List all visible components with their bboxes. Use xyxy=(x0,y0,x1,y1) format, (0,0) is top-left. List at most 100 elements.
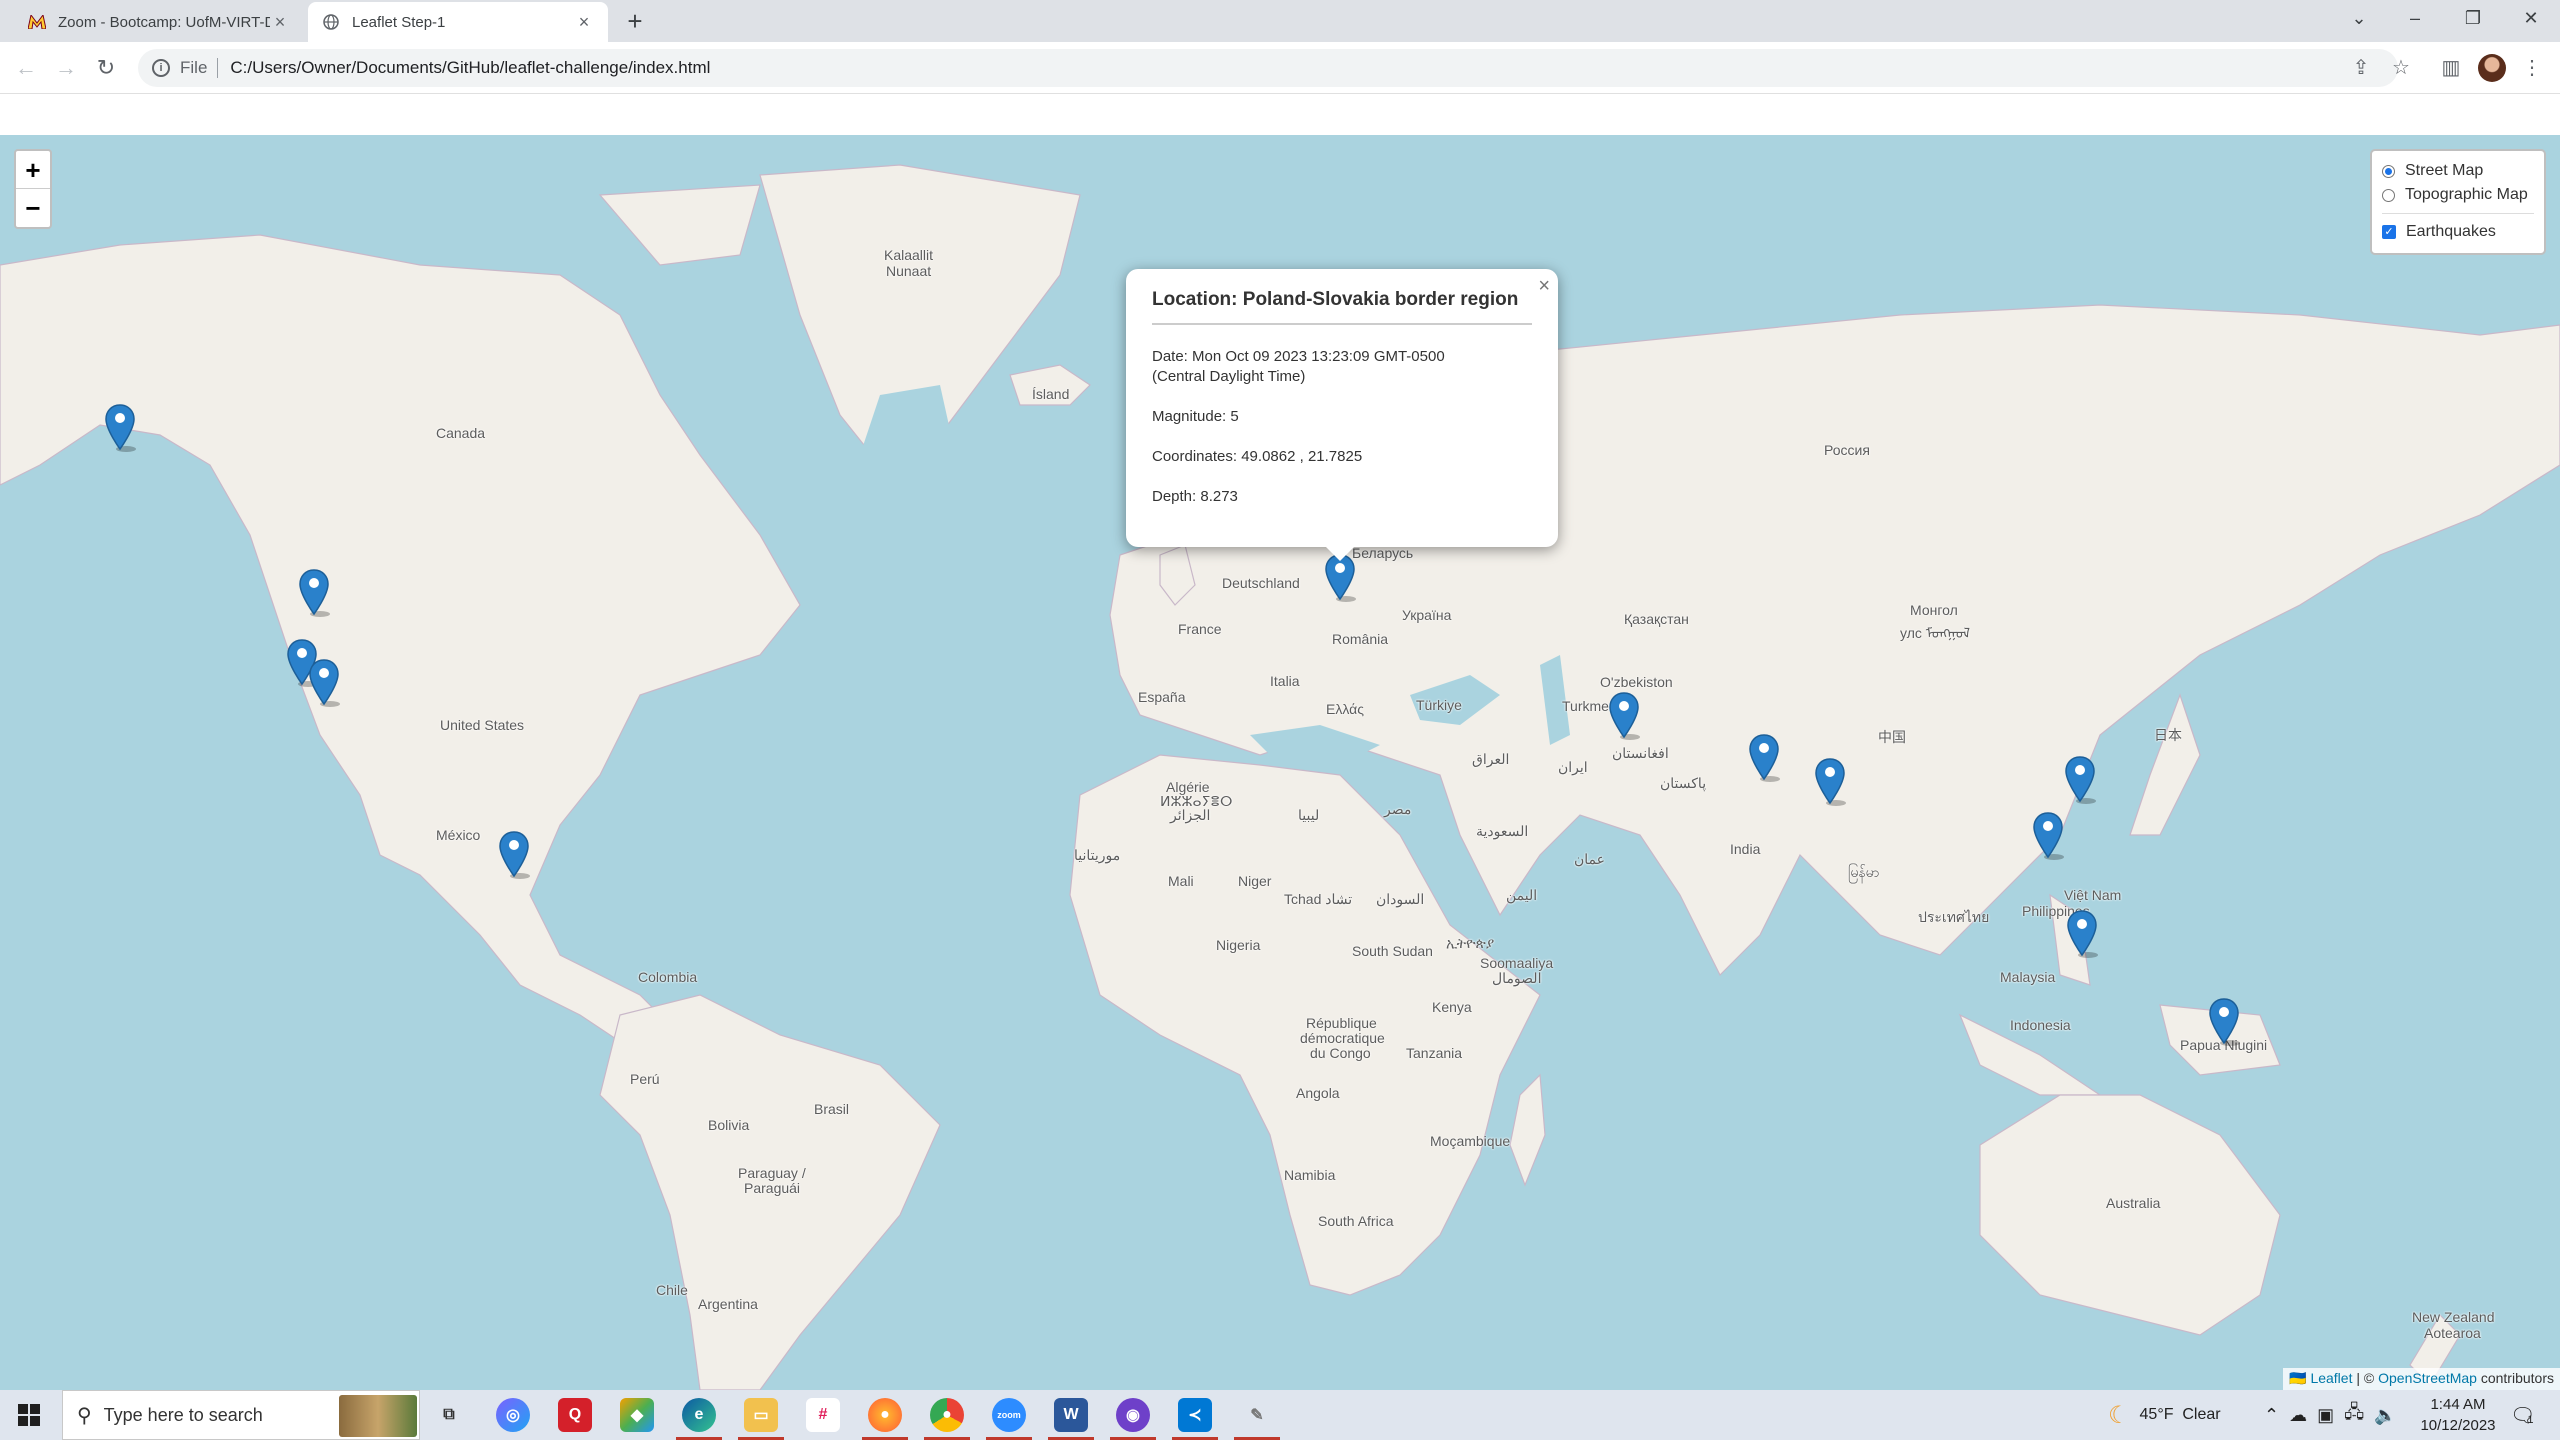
street-map-option[interactable]: Street Map xyxy=(2382,159,2534,183)
word-icon[interactable]: W xyxy=(1048,1398,1094,1440)
map-label: عمان xyxy=(1574,851,1605,867)
osm-link[interactable]: OpenStreetMap xyxy=(2378,1370,2477,1386)
chrome-icon[interactable]: ● xyxy=(924,1398,970,1440)
map-label: Brasil xyxy=(814,1101,850,1117)
menu-kebab-icon[interactable]: ⋮ xyxy=(2516,52,2548,84)
map-label: ایران xyxy=(1558,759,1588,775)
slack-icon[interactable]: # xyxy=(806,1398,840,1432)
leaflet-link[interactable]: Leaflet xyxy=(2310,1370,2352,1386)
topographic-map-radio[interactable] xyxy=(2382,188,2395,202)
network-icon[interactable]: 🖧 xyxy=(2344,1400,2364,1430)
edge-icon[interactable]: e xyxy=(676,1398,722,1440)
zoom-out-button[interactable]: − xyxy=(16,189,50,227)
map-label: مصر xyxy=(1384,801,1412,817)
vscode-icon[interactable]: ≺ xyxy=(1172,1398,1218,1440)
earthquake-marker-icon[interactable] xyxy=(1748,733,1780,783)
earthquake-marker-icon[interactable] xyxy=(104,403,136,453)
back-button[interactable]: ← xyxy=(10,52,42,84)
cloud-icon[interactable]: ☁ xyxy=(2289,1405,2307,1426)
street-map-radio[interactable] xyxy=(2382,164,2395,178)
map-label: México xyxy=(436,827,481,843)
profile-avatar[interactable] xyxy=(2478,54,2506,82)
map-label: New Zealand xyxy=(2412,1309,2495,1325)
map-label: Australia xyxy=(2106,1195,2161,1211)
weather-widget[interactable]: ☾ 45°F Clear xyxy=(2108,1390,2221,1440)
tab-zoom[interactable]: Zoom - Bootcamp: UofM-VIRT-D × xyxy=(14,2,304,42)
earthquakes-overlay-option[interactable]: ✓ Earthquakes xyxy=(2382,220,2534,244)
taskbar-search-box[interactable]: ⚲ Type here to search xyxy=(62,1390,420,1440)
map-label: موريتانيا xyxy=(1074,847,1121,863)
notification-center-icon[interactable]: 🗨 1 xyxy=(2510,1390,2535,1440)
map-label: Ελλάς xyxy=(1326,701,1364,717)
earthquake-marker-icon[interactable] xyxy=(2066,909,2098,959)
topographic-map-label: Topographic Map xyxy=(2405,186,2528,203)
map-label: démocratique xyxy=(1300,1030,1385,1046)
firefox-icon[interactable]: ● xyxy=(862,1398,908,1440)
close-tab-icon[interactable]: × xyxy=(270,12,290,32)
map-label: United States xyxy=(440,717,525,733)
layer-control: Street Map Topographic Map ✓ Earthquakes xyxy=(2370,149,2546,255)
zoom-icon[interactable]: zoom xyxy=(986,1398,1032,1440)
chevron-up-icon[interactable]: ⌃ xyxy=(2264,1405,2279,1426)
earthquake-marker-icon[interactable] xyxy=(2208,997,2240,1047)
map-label: улс ᠮᠣᠩᠭᠣᠯ xyxy=(1900,625,1971,641)
map-label: الصومال xyxy=(1492,970,1542,986)
github-desktop-icon[interactable]: ◉ xyxy=(1110,1398,1156,1440)
map-label: Angola xyxy=(1296,1085,1340,1101)
earthquake-marker-icon[interactable] xyxy=(498,830,530,880)
map-label: Paraguái xyxy=(744,1180,801,1196)
map-label: Türkiye xyxy=(1416,697,1462,713)
topographic-map-option[interactable]: Topographic Map xyxy=(2382,183,2534,207)
popup-coordinates: Coordinates: 49.0862 , 21.7825 xyxy=(1152,448,1363,465)
browser-toolbar: ← → ↻ i File C:/Users/Owner/Documents/Gi… xyxy=(0,42,2560,94)
map-label: မြန်မာ xyxy=(1848,864,1880,880)
quip-icon[interactable]: Q xyxy=(558,1398,592,1432)
paint-icon[interactable]: ✎ xyxy=(1234,1398,1280,1440)
close-window-button[interactable]: ✕ xyxy=(2502,0,2560,36)
taskbar-clock[interactable]: 1:44 AM 10/12/2023 xyxy=(2410,1394,2506,1436)
tab-search-icon[interactable]: ⌄ xyxy=(2330,0,2388,36)
copilot-icon[interactable]: ◎ xyxy=(496,1398,530,1432)
minimize-button[interactable]: – xyxy=(2386,0,2444,36)
map-label: Aotearoa xyxy=(2424,1325,2481,1341)
share-icon[interactable]: ⇪ xyxy=(2345,52,2377,84)
info-icon[interactable]: i xyxy=(152,59,170,77)
earthquake-marker-icon[interactable] xyxy=(2032,811,2064,861)
file-explorer-icon[interactable]: ▭ xyxy=(738,1398,784,1440)
map-label: العراق xyxy=(1472,751,1510,767)
earthquakes-checkbox[interactable]: ✓ xyxy=(2382,225,2396,239)
popup-tip xyxy=(1326,547,1354,561)
earthquake-marker-icon[interactable] xyxy=(1814,757,1846,807)
map-label: Монгол xyxy=(1910,602,1958,618)
map-label: Қазақстан xyxy=(1624,611,1689,627)
map-label: الجزائر xyxy=(1170,807,1211,823)
new-tab-button[interactable]: + xyxy=(620,7,650,37)
meet-now-icon[interactable]: ▣ xyxy=(2317,1405,2334,1426)
side-panel-icon[interactable]: ▥ xyxy=(2435,52,2467,84)
volume-icon[interactable]: 🔈 xyxy=(2374,1405,2396,1426)
reload-button[interactable]: ↻ xyxy=(90,52,122,84)
earthquake-marker-icon[interactable] xyxy=(308,658,340,708)
map-label: Bolivia xyxy=(708,1117,750,1133)
tab-leaflet[interactable]: Leaflet Step-1 × xyxy=(308,2,608,42)
map-label: Paraguay / xyxy=(738,1165,806,1181)
leaflet-map[interactable]: Kalaallit Nunaat Ísland Canada United St… xyxy=(0,135,2560,1390)
map-label: پاکستان xyxy=(1660,775,1707,791)
bookmark-star-icon[interactable]: ☆ xyxy=(2385,52,2417,84)
earthquake-marker-icon[interactable] xyxy=(2064,755,2096,805)
earthquake-marker-icon[interactable] xyxy=(1608,691,1640,741)
search-placeholder: Type here to search xyxy=(103,1404,263,1425)
close-tab-icon[interactable]: × xyxy=(574,12,594,32)
earthquake-marker-icon[interactable] xyxy=(298,568,330,618)
map-label: Argentina xyxy=(698,1296,758,1312)
map-label: South Sudan xyxy=(1352,943,1433,959)
restore-button[interactable]: ❐ xyxy=(2444,0,2502,36)
zoom-in-button[interactable]: + xyxy=(16,151,50,189)
clock-time: 1:44 AM xyxy=(2430,1396,2486,1413)
address-bar[interactable]: i File C:/Users/Owner/Documents/GitHub/l… xyxy=(138,49,2398,87)
windows-start-icon[interactable] xyxy=(18,1404,40,1426)
task-view-icon[interactable]: ⧉ xyxy=(432,1398,466,1432)
forward-button[interactable]: → xyxy=(50,52,82,84)
git-app-icon[interactable]: ◆ xyxy=(620,1398,654,1432)
popup-close-button[interactable]: × xyxy=(1538,275,1550,298)
